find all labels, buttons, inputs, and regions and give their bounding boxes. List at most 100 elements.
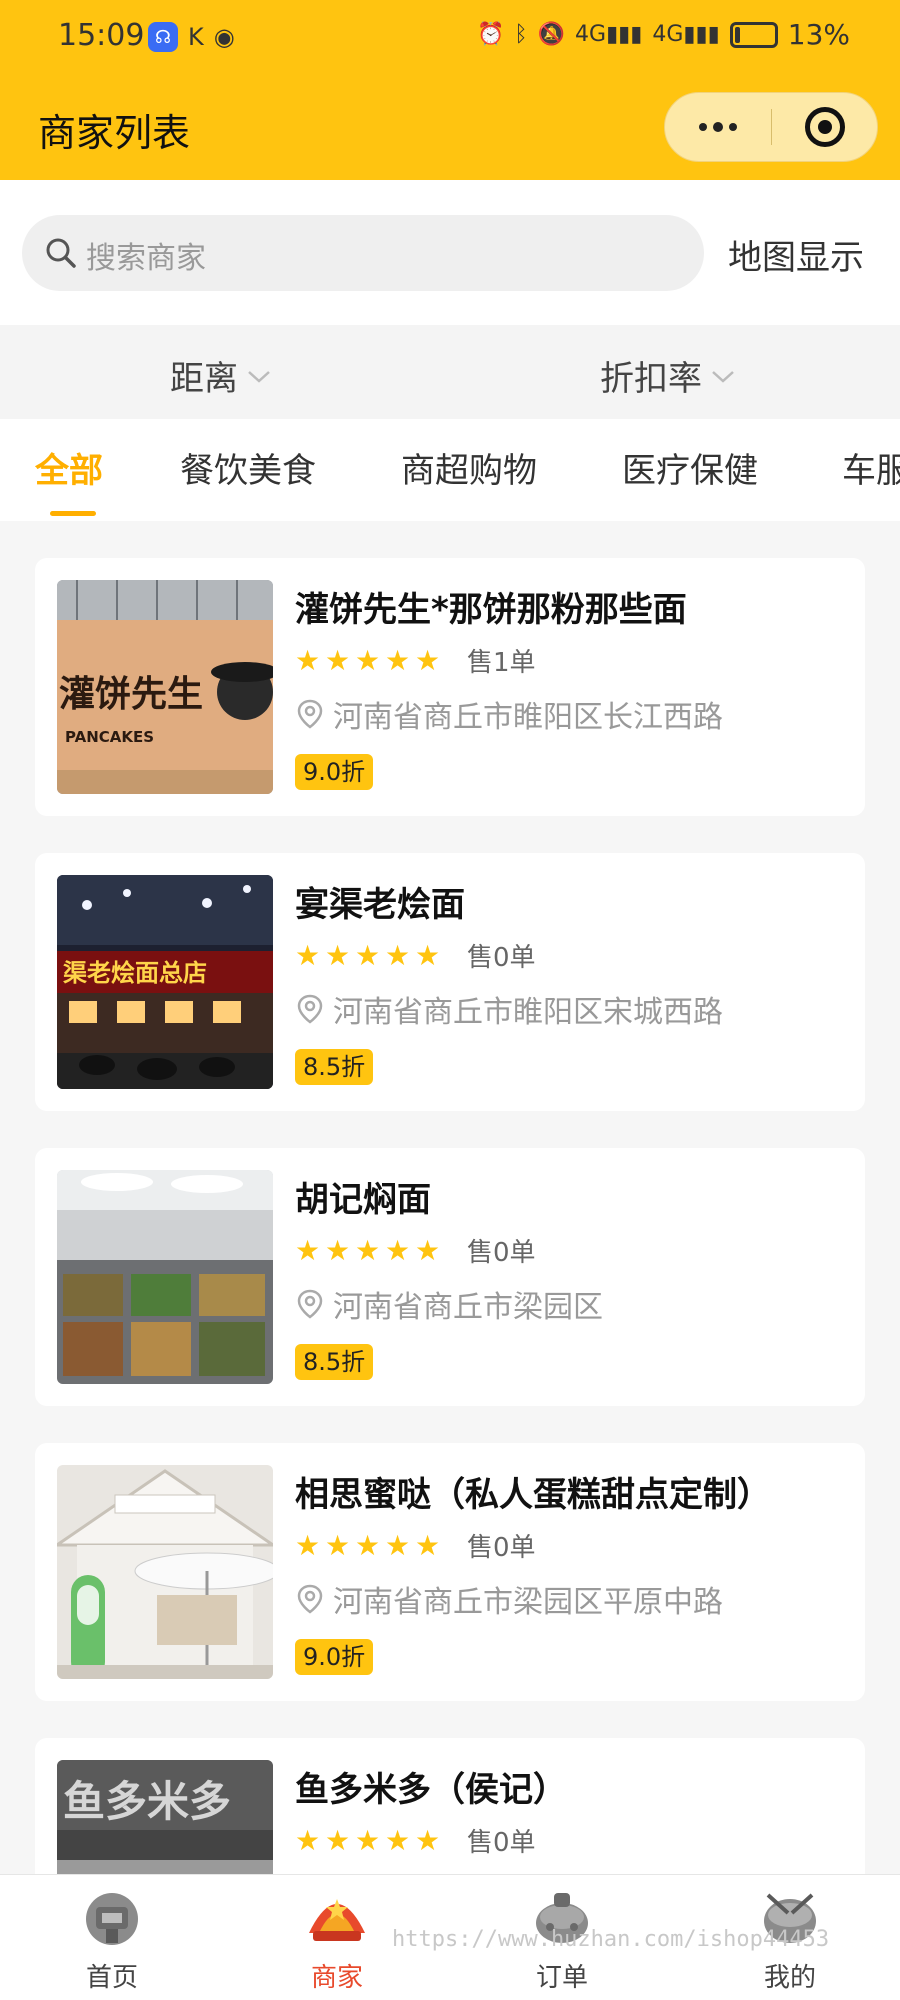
battery-icon <box>729 21 778 48</box>
star-icon: ★ <box>325 643 351 677</box>
shield-app-icon: ☊ <box>148 22 178 52</box>
merchant-sold: 售1单 <box>467 648 536 678</box>
merchant-card[interactable]: 渠老烩面总店 宴渠老烩面 ★ ★ ★ ★ ★ 售0单 河南省商丘市睢阳区宋城西路 8.5… <box>35 853 865 1111</box>
bluetooth-icon: ᛒ <box>514 22 528 47</box>
status-right-icons: ⏰ ᛒ 🔕 4G▮▮▮ 4G▮▮▮ 13% <box>477 18 850 51</box>
page-title: 商家列表 <box>38 111 191 155</box>
merchant-sold: 售0单 <box>467 1533 536 1563</box>
star-icon: ★ <box>385 1528 411 1562</box>
bottom-navigation: 首页 商家 订单 我的 https://www.huzhan.com/ishop… <box>0 1874 900 2000</box>
merchant-sold: 售0单 <box>467 1828 536 1858</box>
star-icon: ★ <box>355 1233 381 1267</box>
star-icon: ★ <box>295 643 321 677</box>
star-icon: ★ <box>415 1528 441 1562</box>
more-dot-icon <box>729 123 737 131</box>
status-bar: 15:09 ☊ K ◉ ⏰ ᛒ 🔕 4G▮▮▮ 4G▮▮▮ 13% <box>0 0 900 80</box>
tab-healthcare[interactable]: 医疗保健 <box>622 443 758 492</box>
signal-icon: 4G▮▮▮ <box>575 22 643 47</box>
mini-program-capsule <box>664 92 878 162</box>
search-area: 搜索商家 地图显示 <box>0 180 900 325</box>
location-pin-icon <box>297 1584 323 1614</box>
star-icon: ★ <box>355 1528 381 1562</box>
star-icon: ★ <box>295 1528 321 1562</box>
star-icon: ★ <box>355 643 381 677</box>
more-button[interactable] <box>665 93 771 161</box>
merchant-rating: ★ ★ ★ ★ ★ 售0单 <box>295 1232 536 1269</box>
merchant-sold: 售0单 <box>467 1238 536 1268</box>
merchant-icon <box>309 1899 365 1941</box>
active-tab-indicator <box>50 511 96 516</box>
svg-text:灌饼先生: 灌饼先生 <box>59 674 203 715</box>
location-pin-icon <box>297 699 323 729</box>
map-view-link[interactable]: 地图显示 <box>728 230 864 279</box>
merchant-sold: 售0单 <box>467 943 536 973</box>
star-icon: ★ <box>385 1823 411 1857</box>
watermark: https://www.huzhan.com/ishop44453 <box>392 1927 830 1952</box>
merchant-address: 河南省商丘市睢阳区长江西路 <box>297 692 723 736</box>
nav-merchant[interactable]: 商家 <box>277 1885 397 1995</box>
star-icon: ★ <box>325 938 351 972</box>
star-icon: ★ <box>295 938 321 972</box>
tab-shopping[interactable]: 商超购物 <box>401 443 537 492</box>
nav-header: 商家列表 <box>0 80 900 180</box>
location-pin-icon <box>297 994 323 1024</box>
merchant-photo: 渠老烩面总店 <box>57 875 273 1089</box>
merchant-card[interactable]: 鱼多米多 鱼多米多（侯记） ★ ★ ★ ★ ★ 售0单 <box>35 1738 865 1874</box>
more-dot-icon <box>713 122 723 132</box>
svg-text:PANCAKES: PANCAKES <box>65 728 154 746</box>
star-icon: ★ <box>415 1233 441 1267</box>
merchant-photo <box>57 1465 273 1679</box>
merchant-name: 宴渠老烩面 <box>295 885 465 925</box>
discount-badge: 8.5折 <box>295 1344 374 1380</box>
merchant-address: 河南省商丘市梁园区 <box>297 1282 603 1326</box>
tab-car-service[interactable]: 车服 <box>842 443 900 492</box>
chevron-down-icon <box>712 370 734 383</box>
close-miniprogram-button[interactable] <box>772 107 877 147</box>
tab-all[interactable]: 全部 <box>35 443 103 492</box>
sort-discount[interactable]: 折扣率 <box>600 351 736 400</box>
merchant-card[interactable]: 灌饼先生 PANCAKES 灌饼先生*那饼那粉那些面 ★ ★ ★ ★ ★ 售1单 河南省… <box>35 558 865 816</box>
merchant-photo: 鱼多米多 <box>57 1760 273 1874</box>
alarm-icon: ⏰ <box>477 22 505 47</box>
nav-merchant-label: 商家 <box>310 1963 363 1993</box>
star-icon: ★ <box>295 1823 321 1857</box>
merchant-photo: 灌饼先生 PANCAKES <box>57 580 273 794</box>
chevron-down-icon <box>248 370 270 383</box>
merchant-address: 河南省商丘市梁园区平原中路 <box>297 1577 723 1621</box>
nav-home-label: 首页 <box>85 1963 138 1993</box>
target-icon <box>804 107 845 147</box>
mute-icon: 🔕 <box>537 22 566 47</box>
tab-food[interactable]: 餐饮美食 <box>180 443 316 492</box>
eye-icon: ◉ <box>213 23 235 51</box>
merchant-card[interactable]: 胡记焖面 ★ ★ ★ ★ ★ 售0单 河南省商丘市梁园区 8.5折 <box>35 1148 865 1406</box>
sort-distance[interactable]: 距离 <box>170 351 272 400</box>
merchant-rating: ★ ★ ★ ★ ★ 售1单 <box>295 642 536 679</box>
discount-badge: 8.5折 <box>295 1049 374 1085</box>
merchant-rating: ★ ★ ★ ★ ★ 售0单 <box>295 1527 536 1564</box>
star-icon: ★ <box>295 1233 321 1267</box>
nav-profile-label: 我的 <box>763 1963 816 1993</box>
merchant-photo <box>57 1170 273 1384</box>
star-icon: ★ <box>355 1823 381 1857</box>
category-tabs: 全部 餐饮美食 商超购物 医疗保健 车服 <box>0 419 900 521</box>
status-time: 15:09 <box>58 18 145 53</box>
merchant-card[interactable]: 相思蜜哒（私人蛋糕甜点定制） ★ ★ ★ ★ ★ 售0单 河南省商丘市梁园区平原中路 9… <box>35 1443 865 1701</box>
svg-text:鱼多米多: 鱼多米多 <box>63 1777 231 1826</box>
star-icon: ★ <box>385 1233 411 1267</box>
star-icon: ★ <box>325 1823 351 1857</box>
sort-bar: 距离 折扣率 <box>0 325 900 419</box>
star-icon: ★ <box>325 1528 351 1562</box>
merchant-address: 河南省商丘市睢阳区宋城西路 <box>297 987 723 1031</box>
star-icon: ★ <box>385 938 411 972</box>
star-icon: ★ <box>415 938 441 972</box>
nav-orders-label: 订单 <box>535 1963 588 1993</box>
merchant-name: 胡记焖面 <box>295 1180 431 1220</box>
nav-home[interactable]: 首页 <box>52 1885 172 1995</box>
merchant-name: 灌饼先生*那饼那粉那些面 <box>295 590 687 630</box>
more-dot-icon <box>699 123 707 131</box>
merchant-rating: ★ ★ ★ ★ ★ 售0单 <box>295 937 536 974</box>
search-input[interactable]: 搜索商家 <box>22 215 704 291</box>
merchant-name: 相思蜜哒（私人蛋糕甜点定制） <box>295 1475 771 1515</box>
battery-percent: 13% <box>787 18 850 51</box>
location-pin-icon <box>297 1289 323 1319</box>
